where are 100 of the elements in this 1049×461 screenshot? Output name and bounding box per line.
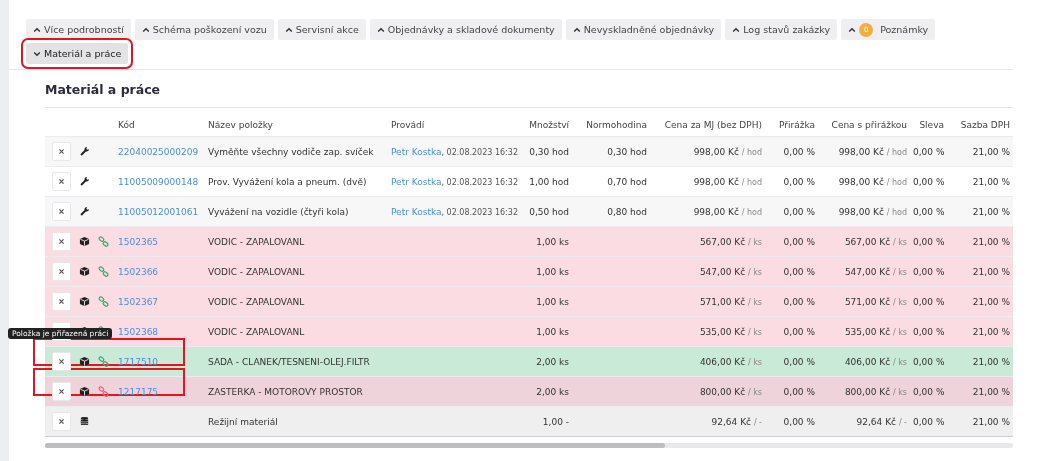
column-header: Cena za MJ (bez DPH)	[650, 107, 765, 137]
item-name: VODIC - ZAPALOVANL	[208, 236, 305, 247]
marked-up-price-text: 998,00 Kč	[838, 206, 884, 217]
vat-rate-text: 21,00 %	[972, 266, 1010, 277]
norm-hours-text: 0,80 hod	[607, 206, 647, 217]
column-header: Sleva	[910, 107, 947, 137]
unit-price-text: 998,00 Kč	[693, 206, 739, 217]
unit-price-text: 92,64 Kč	[711, 416, 751, 427]
item-name: Režijní materiál	[208, 416, 278, 427]
section-title: Materiál a práce	[45, 82, 162, 97]
unit-price-text: 547,00 Kč	[699, 266, 746, 277]
discount-text: 0,00 %	[913, 296, 945, 307]
unit-price-text: 406,00 Kč	[699, 356, 746, 367]
unit-text: / -	[753, 417, 762, 427]
markup-text: 0,00 %	[783, 386, 815, 397]
item-name: VODIC - ZAPALOVANL	[208, 296, 305, 307]
item-name: Vyměňte všechny vodiče zap. svíček	[208, 146, 374, 157]
unit-text: / ks	[747, 297, 762, 307]
column-header: Množství	[525, 107, 572, 137]
item-name: VODIC - ZAPALOVANL	[208, 266, 305, 277]
quantity-text: 1,00 ks	[536, 326, 569, 337]
quantity-text: 1,00 ks	[536, 236, 569, 247]
marked-up-price-text: 998,00 Kč	[838, 146, 884, 157]
unit-text: / ks	[747, 327, 762, 337]
norm-hours-text: 0,70 hod	[607, 176, 647, 187]
discount-text: 0,00 %	[913, 146, 945, 157]
item-name: SADA - CLANEK/TESNENI-OLEJ.FILTR	[208, 356, 370, 367]
quantity-text: 1,00 ks	[536, 266, 569, 277]
markup-text: 0,00 %	[783, 176, 815, 187]
unit-text: / ks	[892, 237, 907, 247]
item-name: ZASTERKA - MOTOROVY PROSTOR	[208, 386, 363, 397]
markup-text: 0,00 %	[783, 296, 815, 307]
markup-text: 0,00 %	[783, 356, 815, 367]
vat-rate-text: 21,00 %	[972, 236, 1010, 247]
unit-text: / ks	[747, 237, 762, 247]
column-header: Název položky	[205, 107, 388, 137]
column-header: Cena s přirážkou	[818, 107, 910, 137]
unit-text: / -	[898, 417, 907, 427]
discount-text: 0,00 %	[913, 416, 945, 427]
discount-text: 0,00 %	[913, 206, 945, 217]
unit-text: / hod	[741, 207, 762, 217]
quantity-text: 2,00 ks	[536, 386, 569, 397]
unit-text: / hod	[886, 207, 907, 217]
unit-text: / ks	[892, 327, 907, 337]
quantity-text: 2,00 ks	[536, 356, 569, 367]
marked-up-price-text: 406,00 Kč	[844, 356, 891, 367]
unit-price-text: 998,00 Kč	[693, 146, 739, 157]
quantity-text: 1,00 hod	[529, 176, 569, 187]
timestamp-text: , 02.08.2023 16:32	[441, 147, 518, 157]
item-name: VODIC - ZAPALOVANL	[208, 326, 305, 337]
unit-text: / ks	[892, 357, 907, 367]
discount-text: 0,00 %	[913, 386, 945, 397]
marked-up-price-text: 800,00 Kč	[844, 386, 891, 397]
markup-text: 0,00 %	[783, 416, 815, 427]
timestamp-text: , 02.08.2023 16:32	[441, 177, 518, 187]
marked-up-price-text: 535,00 Kč	[844, 326, 891, 337]
quantity-text: 0,30 hod	[529, 146, 569, 157]
unit-text: / ks	[747, 267, 762, 277]
vat-rate-text: 21,00 %	[972, 206, 1010, 217]
unit-text: / hod	[741, 177, 762, 187]
norm-hours-text: 0,30 hod	[607, 146, 647, 157]
vat-rate-text: 21,00 %	[972, 416, 1010, 427]
unit-text: / ks	[892, 387, 907, 397]
column-header: Sazba DPH	[947, 107, 1013, 137]
discount-text: 0,00 %	[913, 236, 945, 247]
column-header: Provádí	[388, 107, 525, 137]
vat-rate-text: 21,00 %	[972, 146, 1010, 157]
unit-text: / hod	[886, 177, 907, 187]
unit-price-text: 535,00 Kč	[699, 326, 746, 337]
item-name: Vyvážení na vozidle (čtyři kola)	[208, 206, 349, 217]
vat-rate-text: 21,00 %	[972, 326, 1010, 337]
vat-rate-text: 21,00 %	[972, 296, 1010, 307]
unit-text: / hod	[886, 147, 907, 157]
timestamp-text: , 02.08.2023 16:32	[441, 207, 518, 217]
markup-text: 0,00 %	[783, 146, 815, 157]
vat-rate-text: 21,00 %	[972, 386, 1010, 397]
unit-text: / ks	[747, 387, 762, 397]
unit-price-text: 571,00 Kč	[699, 296, 746, 307]
unit-text: / ks	[747, 357, 762, 367]
item-name: Prov. Vyvážení kola a pneum. (dvě)	[208, 176, 367, 187]
unit-text: / ks	[892, 267, 907, 277]
unit-text: / hod	[741, 147, 762, 157]
marked-up-price-text: 547,00 Kč	[844, 266, 891, 277]
column-header: Normohodina	[572, 107, 650, 137]
quantity-text: 1,00 ks	[536, 296, 569, 307]
marked-up-price-text: 571,00 Kč	[844, 296, 891, 307]
discount-text: 0,00 %	[913, 176, 945, 187]
quantity-text: 0,50 hod	[529, 206, 569, 217]
discount-text: 0,00 %	[913, 326, 945, 337]
column-header: Kód	[115, 107, 205, 137]
markup-text: 0,00 %	[783, 266, 815, 277]
markup-text: 0,00 %	[783, 326, 815, 337]
unit-price-text: 567,00 Kč	[699, 236, 746, 247]
unit-text: / ks	[892, 297, 907, 307]
column-header: Přirážka	[765, 107, 818, 137]
vat-rate-text: 21,00 %	[972, 356, 1010, 367]
discount-text: 0,00 %	[913, 266, 945, 277]
discount-text: 0,00 %	[913, 356, 945, 367]
quantity-text: 1,00 -	[542, 416, 569, 427]
vat-rate-text: 21,00 %	[972, 176, 1010, 187]
